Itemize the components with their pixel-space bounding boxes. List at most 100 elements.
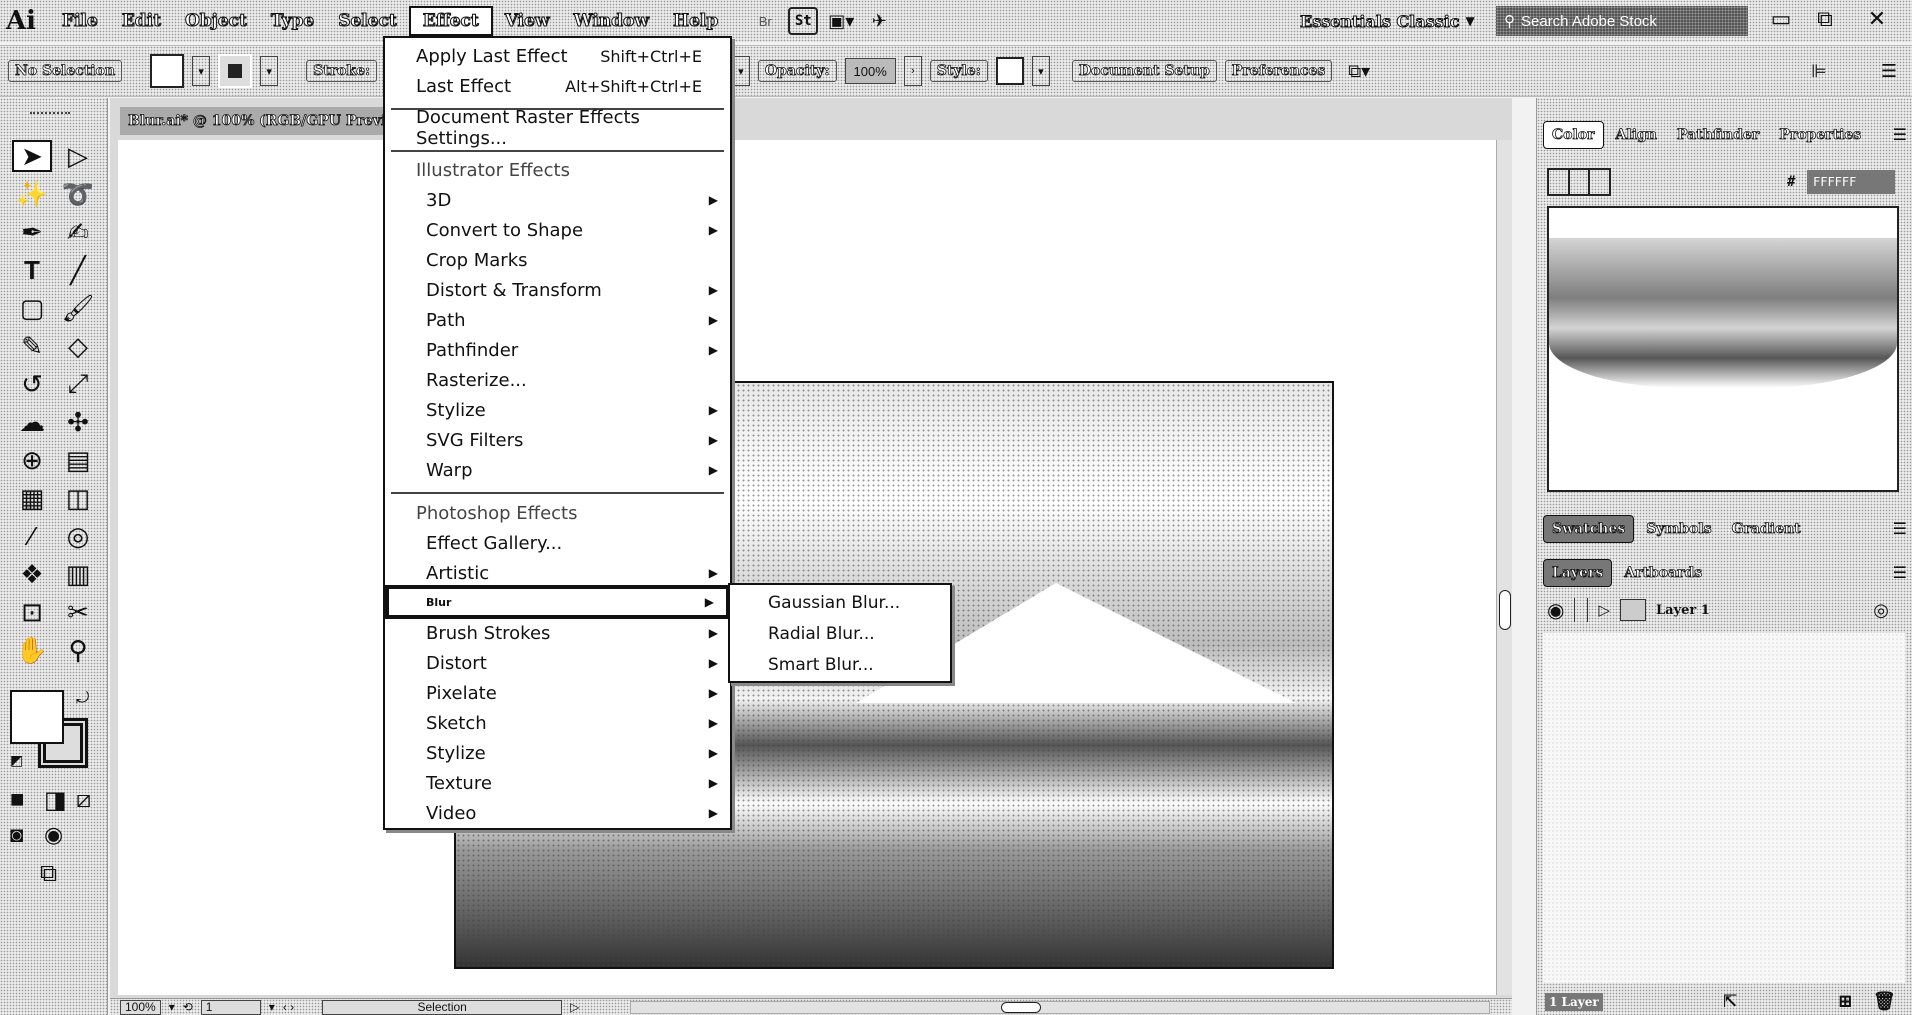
paintbrush-tool-icon[interactable]: 🖌 <box>58 292 98 324</box>
default-colors-icon[interactable]: ◩ <box>10 752 23 769</box>
panel-menu-icon[interactable]: ☰ <box>1874 56 1904 86</box>
stock-search-input[interactable]: ⚲ Search Adobe Stock <box>1496 6 1748 36</box>
tab-properties[interactable]: Properties <box>1771 121 1869 149</box>
document-setup-button[interactable]: Document Setup <box>1071 60 1217 82</box>
new-layer-icon[interactable]: ⊞ <box>1838 991 1853 1012</box>
brush-dropdown[interactable]: ▾ <box>731 56 750 86</box>
color-spectrum[interactable] <box>1547 206 1899 492</box>
menu-item-pathfinder[interactable]: Pathfinder ▶ <box>385 335 730 365</box>
menu-item-texture[interactable]: Texture ▶ <box>385 768 730 798</box>
rotate-tool-icon[interactable]: ↺ <box>12 368 52 400</box>
preferences-button[interactable]: Preferences <box>1224 60 1333 82</box>
perspective-grid-tool-icon[interactable]: ▤ <box>58 444 98 476</box>
minimize-icon[interactable]: ▭ <box>1764 6 1798 32</box>
menu-item-sketch[interactable]: Sketch ▶ <box>385 708 730 738</box>
scale-tool-icon[interactable]: ⤢ <box>58 368 98 400</box>
menu-help[interactable]: Help <box>661 6 730 36</box>
status-play-icon[interactable]: ▷ <box>570 1000 579 1014</box>
slice-tool-icon[interactable]: ✂ <box>58 596 98 628</box>
symbol-sprayer-tool-icon[interactable]: ❖ <box>12 558 52 590</box>
fill-swatch[interactable] <box>150 54 185 88</box>
pen-tool-icon[interactable]: ✒ <box>12 216 52 248</box>
fill-dropdown[interactable]: ▾ <box>192 56 211 86</box>
artboard-number-field[interactable]: 1 <box>200 999 261 1015</box>
menu-item-effect-gallery[interactable]: Effect Gallery... <box>385 528 730 558</box>
stock-button[interactable]: St <box>788 7 819 35</box>
style-dropdown[interactable]: ▾ <box>1031 56 1050 86</box>
zoom-dropdown-icon[interactable]: ▾ <box>169 1000 175 1014</box>
menu-item-convert-to-shape[interactable]: Convert to Shape ▶ <box>385 215 730 245</box>
column-graph-tool-icon[interactable]: ▥ <box>58 558 98 590</box>
curvature-tool-icon[interactable]: ✍ <box>58 216 98 248</box>
tab-layers[interactable]: Layers <box>1543 559 1613 587</box>
artboard-dropdown-icon[interactable]: ▾ <box>269 1000 275 1014</box>
menu-item-distort-transform[interactable]: Distort & Transform ▶ <box>385 275 730 305</box>
gpu-performance-icon[interactable]: ✈ <box>864 6 894 36</box>
menu-item-artistic[interactable]: Artistic ▶ <box>385 558 730 588</box>
blend-tool-icon[interactable]: ◎ <box>58 520 98 552</box>
menu-window[interactable]: Window <box>562 6 661 36</box>
gradient-mode-icon[interactable]: ◨ <box>44 786 67 815</box>
draw-mode-icon[interactable]: ◙ <box>10 822 23 848</box>
artboard-nav-icon[interactable]: ‹ › <box>283 1000 294 1014</box>
screen-mode-icon[interactable]: ◉ <box>44 822 63 848</box>
zoom-tool-icon[interactable]: ⚲ <box>58 634 98 666</box>
hex-color-field[interactable]: FFFFFF <box>1807 170 1895 194</box>
opacity-field[interactable]: 100% <box>844 58 896 84</box>
horizontal-scroll-thumb[interactable] <box>1001 1002 1041 1013</box>
free-transform-tool-icon[interactable]: ✣ <box>58 406 98 438</box>
delete-layer-icon[interactable]: 🗑 <box>1873 991 1896 1012</box>
tab-align[interactable]: Align <box>1608 121 1665 149</box>
current-tool-status[interactable]: Selection <box>322 999 563 1015</box>
menu-item-crop-marks[interactable]: Crop Marks <box>385 245 730 275</box>
layer-row[interactable]: ◉ ▷ Layer 1 ◎ <box>1537 593 1912 627</box>
menu-edit[interactable]: Edit <box>110 6 173 36</box>
menu-item-video[interactable]: Video ▶ <box>385 798 730 828</box>
eyedropper-tool-icon[interactable]: ⁄ <box>12 520 52 552</box>
menu-select[interactable]: Select <box>326 6 409 36</box>
stroke-dropdown[interactable]: ▾ <box>260 56 279 86</box>
tab-swatches[interactable]: Swatches <box>1543 515 1635 543</box>
menu-item-path[interactable]: Path ▶ <box>385 305 730 335</box>
fill-stroke-indicator[interactable] <box>1547 168 1611 196</box>
graphic-style-swatch[interactable] <box>995 57 1024 85</box>
menu-file[interactable]: File <box>50 6 110 36</box>
export-icon[interactable]: ⇱ <box>1723 991 1738 1012</box>
none-mode-icon[interactable]: ⧄ <box>76 786 91 814</box>
arrange-documents-icon[interactable]: ▣▾ <box>826 6 856 36</box>
menu-item-warp[interactable]: Warp ▶ <box>385 455 730 485</box>
document-tab[interactable]: Blur.ai* @ 100% (RGB/GPU Previe <box>120 107 404 135</box>
menu-view[interactable]: View <box>493 6 562 36</box>
menu-item-brush-strokes[interactable]: Brush Strokes ▶ <box>385 618 730 648</box>
bridge-button[interactable]: Br <box>750 6 780 36</box>
menu-item-3d[interactable]: 3D ▶ <box>385 185 730 215</box>
zoom-level-field[interactable]: 100% <box>120 999 161 1015</box>
direct-selection-tool-icon[interactable]: ▷ <box>58 140 98 172</box>
menu-item-svg-filters[interactable]: SVG Filters ▶ <box>385 425 730 455</box>
menu-item-blur[interactable]: Blur ▶ <box>385 585 730 619</box>
panel-menu-icon[interactable]: ☰ <box>1893 519 1907 539</box>
tab-pathfinder[interactable]: Pathfinder <box>1669 121 1767 149</box>
tab-gradient[interactable]: Gradient <box>1724 515 1809 543</box>
eraser-tool-icon[interactable]: ◇ <box>58 330 98 362</box>
arrange-icon[interactable]: ⧉▾ <box>1344 56 1374 86</box>
color-mode-icon[interactable]: ■ <box>10 786 25 814</box>
menu-effect[interactable]: Effect <box>408 6 493 36</box>
target-icon[interactable]: ◎ <box>1873 600 1889 621</box>
shape-builder-tool-icon[interactable]: ⊕ <box>12 444 52 476</box>
menu-object[interactable]: Object <box>173 6 259 36</box>
vertical-scroll-thumb[interactable] <box>1499 590 1511 630</box>
menu-item-rasterize[interactable]: Rasterize... <box>385 365 730 395</box>
stroke-swatch[interactable] <box>218 54 253 88</box>
panel-menu-icon[interactable]: ☰ <box>1893 125 1907 145</box>
selection-tool-icon[interactable]: ➤ <box>12 140 52 172</box>
shaper-tool-icon[interactable]: ✎ <box>12 330 52 362</box>
document-raster-effects-settings-item[interactable]: Document Raster Effects Settings... <box>385 107 730 149</box>
opacity-label[interactable]: Opacity: <box>757 60 837 82</box>
align-panel-icon[interactable]: ⊫ <box>1804 56 1834 86</box>
swap-fill-stroke-icon[interactable]: ⤾ <box>76 690 89 708</box>
mesh-tool-icon[interactable]: ▦ <box>12 482 52 514</box>
warp-tool-icon[interactable]: ☁ <box>12 406 52 438</box>
last-effect-item[interactable]: Last Effect Alt+Shift+Ctrl+E <box>385 71 730 101</box>
apply-last-effect-item[interactable]: Apply Last Effect Shift+Ctrl+E <box>385 41 730 71</box>
